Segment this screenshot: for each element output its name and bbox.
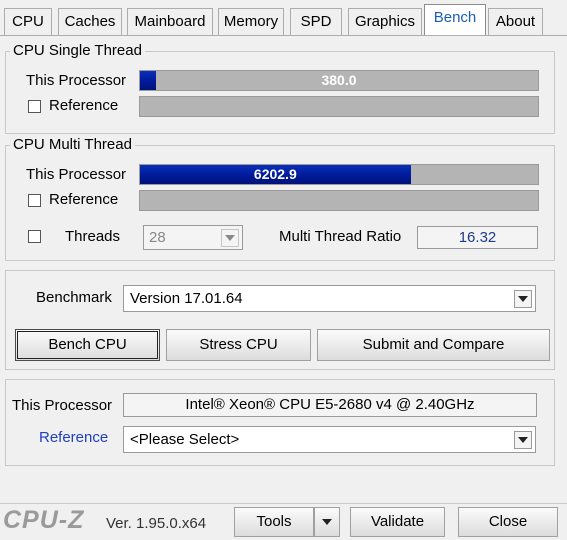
version-text: Ver. 1.95.0.x64	[106, 515, 207, 532]
processor-name-value: Intel® Xeon® CPU E5-2680 v4 @ 2.40GHz	[185, 396, 475, 413]
multi-thread-ratio-field: 16.32	[417, 226, 538, 249]
cpuz-logo: CPU-Z	[3, 506, 85, 534]
multi-thread-ratio-value: 16.32	[458, 229, 497, 246]
processor-name-field: Intel® Xeon® CPU E5-2680 v4 @ 2.40GHz	[123, 393, 537, 417]
stress-cpu-button[interactable]: Stress CPU	[166, 329, 311, 361]
reference-processor-value: <Please Select>	[130, 431, 240, 448]
benchmark-label: Benchmark	[36, 289, 112, 306]
single-thread-score: 380.0	[321, 72, 357, 88]
threads-value: 28	[149, 229, 166, 246]
multi-reference-bar	[139, 190, 539, 211]
single-thread-bar: 380.0	[139, 70, 539, 91]
tab-about[interactable]: About	[488, 8, 543, 35]
bench-cpu-button[interactable]: Bench CPU	[15, 329, 160, 361]
single-reference-label: Reference	[49, 97, 119, 114]
threads-dropdown-icon[interactable]	[221, 229, 239, 247]
footer-divider	[0, 503, 567, 504]
tab-graphics[interactable]: Graphics	[348, 8, 422, 35]
multi-thread-ratio-label: Multi Thread Ratio	[279, 228, 402, 245]
tab-spd[interactable]: SPD	[290, 8, 342, 35]
close-button[interactable]: Close	[458, 507, 558, 537]
threads-label: Threads	[65, 228, 121, 245]
single-this-processor-label: This Processor	[26, 72, 127, 89]
multi-thread-title: CPU Multi Thread	[10, 136, 135, 154]
benchmark-version-select[interactable]: Version 17.01.64	[123, 285, 536, 312]
tab-bench[interactable]: Bench	[424, 4, 486, 36]
chevron-down-icon	[322, 519, 332, 525]
tab-divider	[0, 35, 567, 36]
threads-checkbox[interactable]	[28, 230, 41, 243]
single-reference-checkbox[interactable]	[28, 100, 41, 113]
reference-processor-select[interactable]: <Please Select>	[123, 426, 536, 453]
single-thread-title: CPU Single Thread	[10, 42, 145, 60]
processor-this-label: This Processor	[12, 397, 113, 414]
tools-dropdown-button[interactable]	[314, 507, 340, 537]
multi-reference-checkbox[interactable]	[28, 194, 41, 207]
multi-thread-score: 6202.9	[253, 166, 297, 182]
validate-button[interactable]: Validate	[350, 507, 445, 537]
multi-this-processor-label: This Processor	[26, 166, 127, 183]
benchmark-version-value: Version 17.01.64	[130, 290, 243, 307]
multi-reference-label: Reference	[49, 191, 119, 208]
tab-cpu[interactable]: CPU	[4, 8, 52, 35]
threads-select[interactable]: 28	[143, 225, 243, 250]
chevron-down-icon[interactable]	[514, 431, 532, 449]
processor-reference-link[interactable]: Reference	[39, 429, 108, 446]
tab-bar: CPU Caches Mainboard Memory SPD Graphics…	[0, 0, 567, 36]
tab-caches[interactable]: Caches	[58, 8, 122, 35]
chevron-down-icon[interactable]	[514, 290, 532, 308]
tab-memory[interactable]: Memory	[218, 8, 284, 35]
multi-thread-bar: 6202.9	[139, 164, 539, 185]
tab-mainboard[interactable]: Mainboard	[127, 8, 213, 35]
single-reference-bar	[139, 96, 539, 117]
tools-button[interactable]: Tools	[234, 507, 314, 537]
submit-compare-button[interactable]: Submit and Compare	[317, 329, 550, 361]
single-thread-group	[5, 51, 555, 134]
